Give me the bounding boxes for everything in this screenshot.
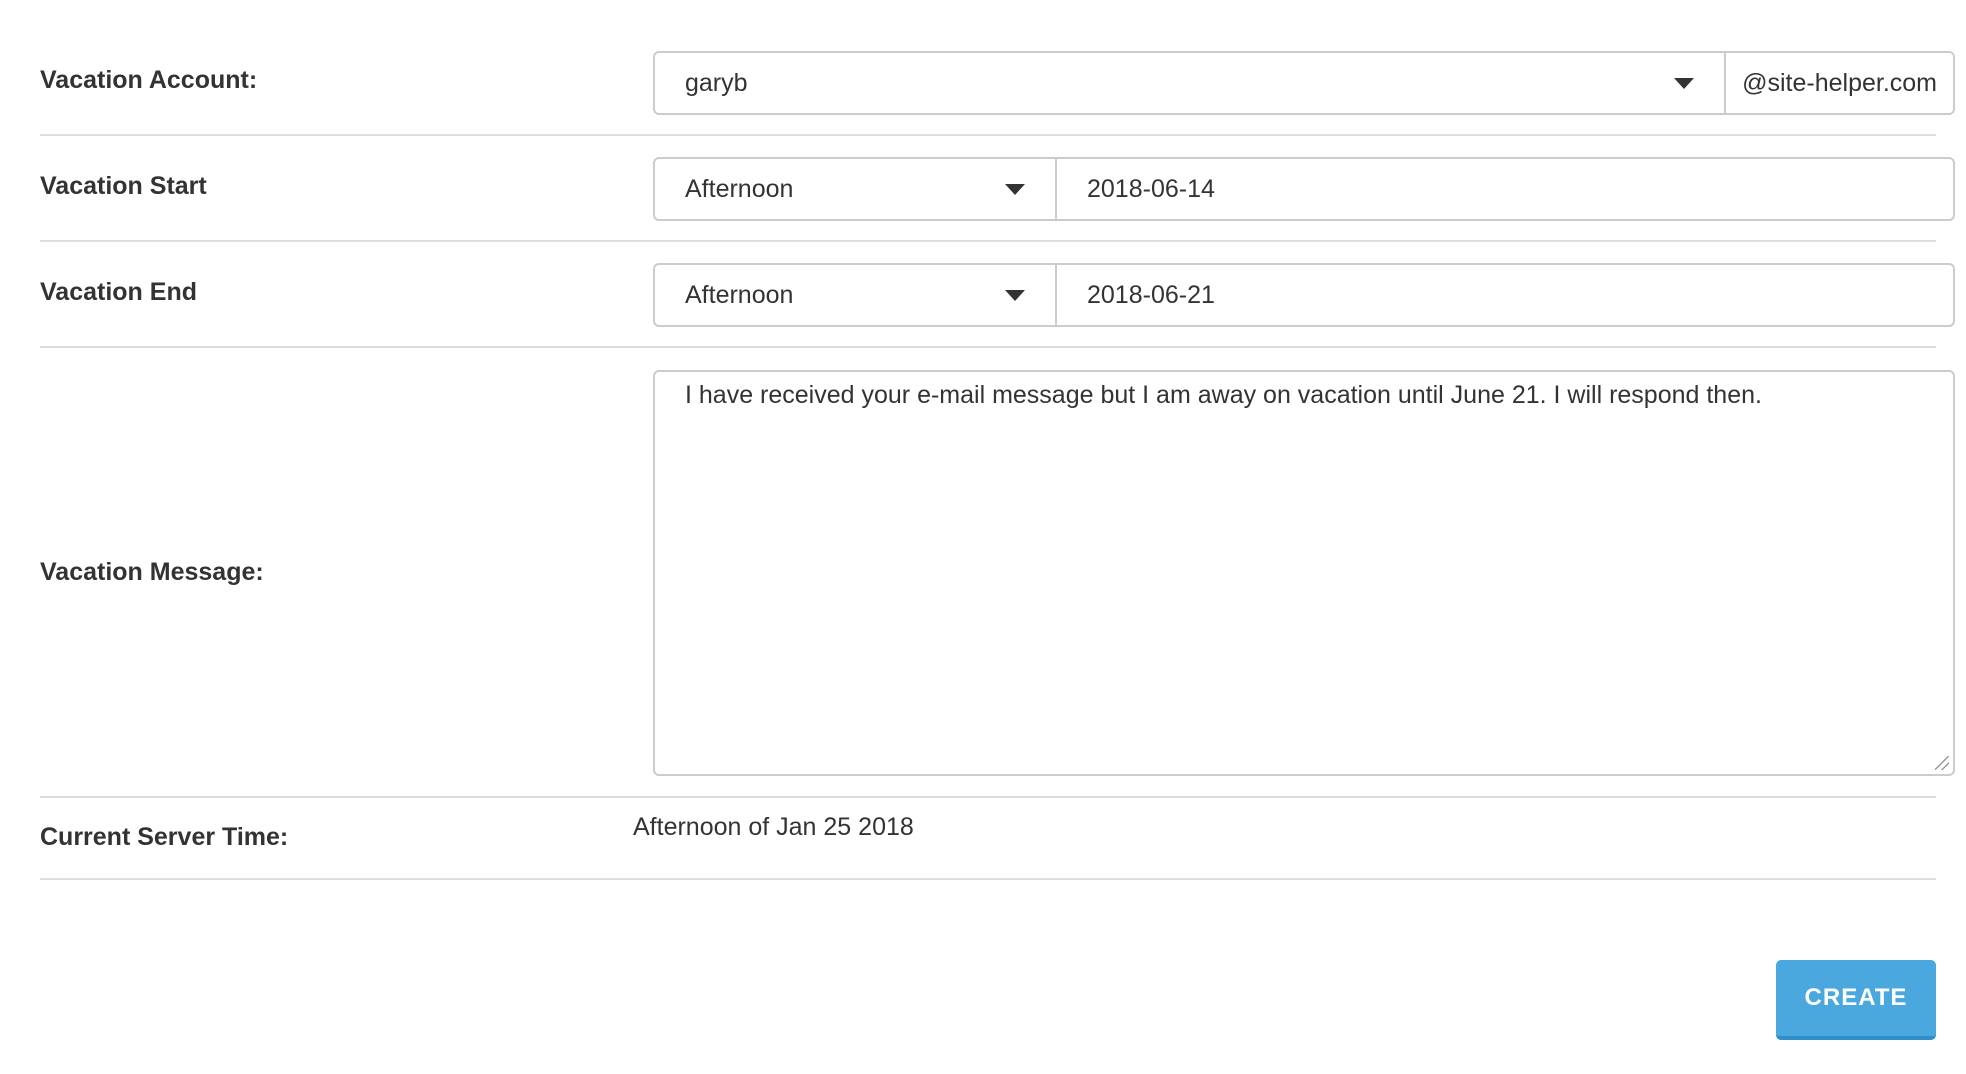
vacation-account-value: garyb: [685, 68, 748, 97]
chevron-down-icon: [1005, 290, 1025, 301]
vacation-account-domain: @site-helper.com: [1724, 53, 1953, 113]
vacation-start-row: Vacation Start Afternoon 2018-06-14: [40, 136, 1955, 242]
vacation-end-date-input[interactable]: 2018-06-21: [1055, 265, 1953, 325]
vacation-message-label: Vacation Message:: [40, 558, 264, 586]
vacation-account-label: Vacation Account:: [40, 66, 258, 94]
create-button[interactable]: CREATE: [1776, 960, 1936, 1040]
vacation-start-period-value: Afternoon: [685, 174, 794, 203]
vacation-end-period-select[interactable]: Afternoon: [655, 265, 1055, 325]
vacation-message-textarea[interactable]: I have received your e-mail message but …: [653, 370, 1955, 776]
vacation-account-row: Vacation Account: garyb @site-helper.com: [40, 0, 1955, 136]
vacation-end-row: Vacation End Afternoon 2018-06-21: [40, 242, 1955, 348]
vacation-start-period-select[interactable]: Afternoon: [655, 159, 1055, 219]
vacation-end-label: Vacation End: [40, 278, 197, 306]
server-time-label: Current Server Time:: [40, 823, 289, 851]
vacation-end-period-value: Afternoon: [685, 280, 794, 309]
vacation-account-select[interactable]: garyb: [655, 53, 1724, 113]
vacation-message-row: Vacation Message: I have received your e…: [40, 348, 1955, 798]
vacation-end-control: Afternoon 2018-06-21: [653, 263, 1955, 327]
server-time-row: Current Server Time: Afternoon of Jan 25…: [40, 798, 1936, 880]
vacation-account-control: garyb @site-helper.com: [653, 51, 1955, 115]
server-time-value: Afternoon of Jan 25 2018: [633, 813, 914, 841]
chevron-down-icon: [1005, 184, 1025, 195]
vacation-start-control: Afternoon 2018-06-14: [653, 157, 1955, 221]
vacation-message-text: I have received your e-mail message but …: [685, 381, 1762, 409]
vacation-form: Vacation Account: garyb @site-helper.com…: [0, 0, 1966, 1074]
resize-grip-icon[interactable]: [1935, 756, 1949, 770]
chevron-down-icon: [1674, 78, 1695, 89]
vacation-start-date-input[interactable]: 2018-06-14: [1055, 159, 1953, 219]
vacation-start-label: Vacation Start: [40, 172, 207, 200]
